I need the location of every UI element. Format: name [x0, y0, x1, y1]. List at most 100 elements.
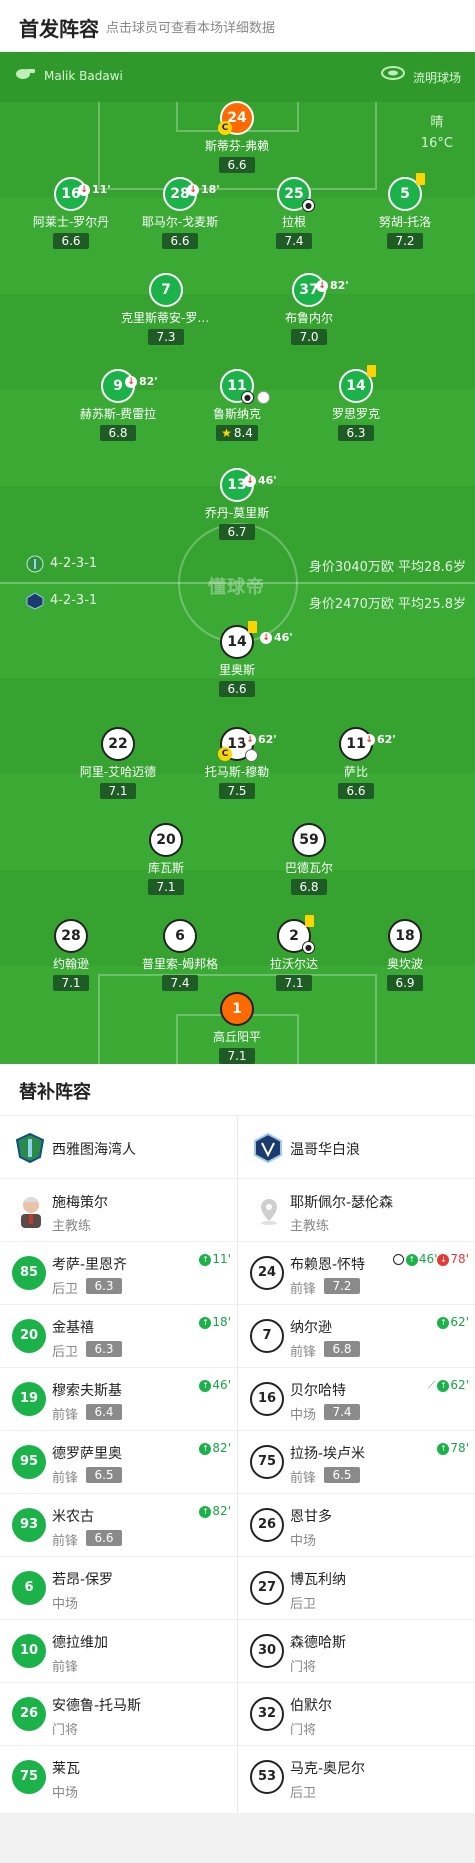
sub-row[interactable]: 7 纳尔逊 前锋 6.8 ↑ 62'	[238, 1305, 475, 1368]
player-away-14[interactable]: 14 ↓ 46' 里奥斯 6.6	[172, 621, 302, 697]
player-home-14[interactable]: 14 罗思罗克 6.3	[291, 365, 421, 441]
sub-in-icon: ↑	[437, 1316, 450, 1329]
player-number: 14 ↓ 46'	[220, 621, 293, 659]
player-number: 14	[339, 365, 376, 403]
sub-event: ↑ 46' ↓ 78'	[392, 1252, 469, 1266]
sub-row[interactable]: 30 森德哈斯 门将	[238, 1620, 475, 1683]
player-home-13[interactable]: 13 ↓ 46' 乔丹-莫里斯 6.7	[172, 468, 302, 540]
player-home-37[interactable]: 37 ↓ 82' 布鲁内尔 7.0	[244, 273, 374, 345]
player-rating: 7.1	[148, 879, 184, 895]
player-home-7[interactable]: 7 克里斯蒂安-罗尔丹 7.3	[101, 273, 231, 345]
player-rating: 6.3	[338, 425, 374, 441]
sub-number: 30	[250, 1634, 284, 1668]
sub-in-icon: ↑	[199, 1316, 212, 1329]
sub-in-icon: ↑	[437, 1442, 450, 1455]
sub-position: 后卫	[290, 1597, 317, 1612]
player-away-18[interactable]: 18 奥坎波 6.9	[340, 919, 470, 991]
home-team-row[interactable]: 西雅图海湾人	[0, 1116, 237, 1179]
player-rating: 7.1	[276, 975, 312, 991]
player-away-20[interactable]: 20 库瓦斯 7.1	[101, 823, 231, 895]
sub-number: 16	[250, 1382, 284, 1416]
yellow-card-icon	[416, 173, 425, 185]
sub-in-icon: ↑	[199, 1442, 212, 1455]
sub-name: 恩甘多	[290, 1509, 332, 1525]
sub-name: 金基禧	[52, 1320, 94, 1336]
sub-row[interactable]: 24 布赖恩-怀特 前锋 7.2 ↑ 46' ↓ 78'	[238, 1242, 475, 1305]
yellow-card-icon	[305, 915, 314, 927]
player-away-1[interactable]: 1 高丘阳平 7.1	[172, 992, 302, 1064]
player-number: 13 C ↓ 62'	[218, 727, 277, 762]
goal-ball-icon: ●	[302, 199, 315, 212]
player-name: 乔丹-莫里斯	[204, 506, 270, 520]
coach-role: 主教练	[290, 1219, 330, 1234]
player-away-59[interactable]: 59 巴德瓦尔 6.8	[244, 823, 374, 895]
home-team-crest	[26, 555, 44, 573]
sub-row[interactable]: 26 恩甘多 中场	[238, 1494, 475, 1557]
sub-row[interactable]: 20 金基禧 后卫 6.3 ↑ 18'	[0, 1305, 237, 1368]
player-home-9[interactable]: 9 ↓ 82' 赫苏斯-费雷拉 6.8	[53, 369, 183, 441]
player-name: 努胡-托洛	[378, 215, 432, 229]
player-number: 9 ↓ 82'	[101, 369, 158, 403]
player-rating: 7.1	[53, 975, 89, 991]
sub-out-badge: ↓ 62'	[363, 725, 396, 755]
sub-row[interactable]: 32 伯默尔 门将	[238, 1683, 475, 1746]
sub-row[interactable]: 27 博瓦利纳 后卫	[238, 1557, 475, 1620]
player-rating: 7.4	[276, 233, 312, 249]
coach-avatar	[21, 1197, 41, 1228]
venue-name: 流明球场	[412, 71, 461, 85]
player-name: 鲁斯纳克	[212, 407, 261, 421]
sub-position: 前锋	[52, 1534, 79, 1549]
sub-out-badge: ↓ 62'	[244, 725, 277, 755]
player-name: 里奥斯	[218, 663, 255, 677]
sub-out-icon: ↓	[78, 184, 90, 196]
player-rating: ★ 8.4	[216, 425, 258, 441]
subs-title: 替补阵容	[19, 1082, 91, 1103]
home-coach-row[interactable]: 施梅策尔 主教练	[0, 1179, 237, 1242]
sub-row[interactable]: 16 贝尔哈特 中场 7.4 ⟋ ↑ 62'	[238, 1368, 475, 1431]
player-home-11[interactable]: 11 ● 鲁斯纳克 ★ 8.4	[172, 369, 302, 441]
sub-name: 纳尔逊	[290, 1320, 332, 1336]
player-home-24[interactable]: 24 C 斯蒂芬-弗赖 6.6	[172, 101, 302, 173]
sub-row[interactable]: 19 穆索夫斯基 前锋 6.4 ↑ 46'	[0, 1368, 237, 1431]
sub-name: 伯默尔	[290, 1698, 332, 1714]
sub-row[interactable]: 26 安德鲁-托马斯 门将	[0, 1683, 237, 1746]
assist-icon	[257, 391, 270, 404]
player-name: 赫苏斯-费雷拉	[79, 407, 157, 421]
sub-out-badge: ↓ 82'	[316, 271, 349, 301]
away-coach-row[interactable]: 耶斯佩尔-瑟伦森 主教练	[238, 1179, 475, 1242]
sub-rating: 6.3	[86, 1341, 122, 1357]
home-formation: 4-2-3-1	[50, 556, 98, 571]
sub-row[interactable]: 6 若昂-保罗 中场	[0, 1557, 237, 1620]
weather-info: 晴 16°C	[421, 112, 453, 154]
sub-row[interactable]: 53 马克-奥尼尔 后卫	[238, 1746, 475, 1809]
player-name: 阿里-艾哈迈德	[79, 765, 157, 779]
away-team-row[interactable]: 温哥华白浪	[238, 1116, 475, 1179]
player-away-11[interactable]: 11 ↓ 62' 萨比 6.6	[291, 727, 421, 799]
sub-row[interactable]: 95 德罗萨里奥 前锋 6.5 ↑ 82'	[0, 1431, 237, 1494]
player-away-22[interactable]: 22 阿里-艾哈迈德 7.1	[53, 727, 183, 799]
sub-out-icon: ↓	[316, 280, 328, 292]
player-rating: 6.6	[338, 783, 374, 799]
goal-ball-icon	[392, 1254, 404, 1265]
lineup-header: 首发阵容 点击球员可查看本场详细数据	[0, 0, 475, 52]
sub-position: 前锋	[52, 1660, 79, 1675]
sub-rating: 7.4	[324, 1404, 360, 1420]
sub-row[interactable]: 93 米农古 前锋 6.6 ↑ 82'	[0, 1494, 237, 1557]
sub-row[interactable]: 85 考萨-里恩齐 后卫 6.3 ↑ 11'	[0, 1242, 237, 1305]
sub-name: 考萨-里恩齐	[52, 1257, 128, 1273]
player-home-5[interactable]: 5 努胡-托洛 7.2	[340, 173, 470, 249]
sub-row[interactable]: 75 莱瓦 中场	[0, 1746, 237, 1809]
player-away-6[interactable]: 6 普里索-姆邦格 7.4	[115, 919, 245, 991]
bottom-padding	[0, 1813, 475, 1863]
player-home-28[interactable]: 28 ↓ 18' 耶马尔-戈麦斯 6.6	[115, 177, 245, 249]
sub-row[interactable]: 10 德拉维加 前锋	[0, 1620, 237, 1683]
player-name: 普里索-姆邦格	[141, 957, 219, 971]
sub-position: 前锋	[290, 1471, 317, 1486]
sub-event: ⟋ ↑ 62'	[428, 1378, 469, 1392]
home-value: 身价3040万欧 平均28.6岁	[308, 560, 466, 575]
sub-number: 95	[12, 1445, 46, 1479]
player-rating: 7.2	[387, 233, 423, 249]
header-hint: 点击球员可查看本场详细数据	[106, 21, 276, 36]
player-away-13[interactable]: 13 C ↓ 62' 托马斯-穆勒 7.5	[172, 727, 302, 799]
sub-row[interactable]: 75 拉扬-埃卢米 前锋 6.5 ↑ 78'	[238, 1431, 475, 1494]
